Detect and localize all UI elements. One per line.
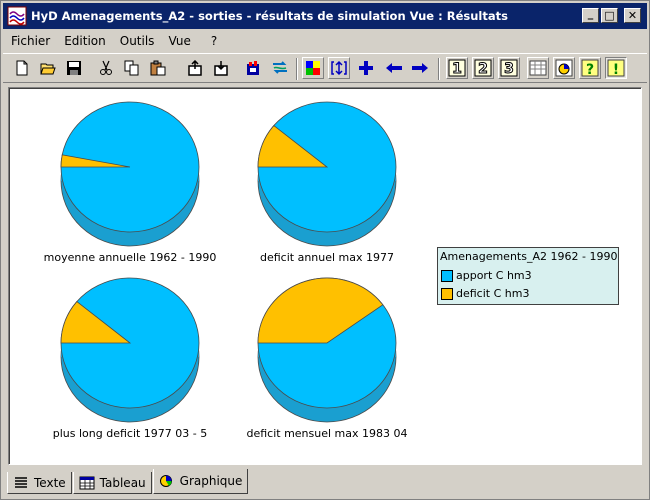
add-button[interactable] [355, 57, 377, 79]
table-view-button[interactable] [527, 57, 549, 79]
pie-label-1: deficit annuel max 1977 [259, 251, 395, 264]
pie-label-2: plus long deficit 1977 03 - 5 [52, 427, 208, 440]
menu-fichier[interactable]: Fichier [5, 34, 56, 48]
previous-button[interactable] [383, 57, 405, 79]
chart-icon [159, 475, 172, 487]
view-2-label: 2 [478, 61, 488, 77]
open-icon [40, 63, 56, 75]
tab-label: Tableau [99, 475, 146, 490]
tab-tableau[interactable]: Tableau [72, 472, 152, 494]
view-2-icon: 2 [474, 59, 492, 77]
save-icon [67, 61, 81, 75]
arrow-right-icon [412, 63, 428, 73]
paste-icon [150, 60, 166, 76]
toolbar-separator [296, 58, 298, 80]
window-title: HyD Amenagements_A2 - sorties - résultat… [31, 9, 508, 23]
pie-2 [60, 277, 200, 423]
tab-texte[interactable]: Texte [7, 472, 72, 494]
save-button[interactable] [63, 57, 85, 79]
view-3-icon: 3 [500, 59, 518, 77]
title-bar[interactable]: HyD Amenagements_A2 - sorties - résultat… [3, 3, 647, 29]
new-icon [16, 60, 28, 76]
new-button[interactable] [11, 57, 33, 79]
color-grid-button[interactable] [302, 57, 324, 79]
chart-icon [555, 59, 573, 77]
add-icon [359, 61, 373, 75]
menu-edition[interactable]: Edition [58, 34, 112, 48]
compute-icon [247, 61, 259, 75]
menu-vue[interactable]: Vue [162, 34, 196, 48]
view-1-label: 1 [452, 61, 462, 77]
open-button[interactable] [37, 57, 59, 79]
svg-text:!: ! [613, 62, 619, 77]
legend-swatch [441, 287, 453, 300]
zoom-fit-button[interactable] [328, 57, 350, 79]
app-logo-icon [7, 6, 27, 26]
color-grid-icon [306, 61, 320, 75]
toolbar-separator [438, 58, 440, 80]
text-icon [15, 476, 27, 488]
compute-button[interactable] [243, 57, 265, 79]
copy-button[interactable] [121, 57, 143, 79]
app-window: HyD Amenagements_A2 - sorties - résultat… [0, 0, 650, 500]
legend-title: Amenagements_A2 1962 - 1990 [440, 250, 618, 263]
minimize-button[interactable]: _ [582, 8, 599, 23]
legend-label: apport C hm3 [456, 269, 532, 282]
swap-icon [273, 61, 287, 74]
legend-item-apport: apport C hm3 [441, 269, 532, 282]
legend-item-deficit: deficit C hm3 [441, 287, 529, 300]
view-3-label: 3 [504, 61, 514, 77]
pie-3 [257, 277, 397, 423]
chart-area: moyenne annuelle 1962 - 1990 deficit ann… [8, 87, 642, 465]
menu-help[interactable]: ? [205, 34, 223, 48]
help-icon: ? [581, 59, 599, 77]
maximize-icon: □ [604, 9, 615, 22]
chart-view-button[interactable] [553, 57, 575, 79]
pie-1 [257, 101, 397, 247]
toolbar: 1 2 3 ? ! [3, 53, 647, 83]
close-button[interactable]: ✕ [624, 8, 641, 23]
pie-label-3: deficit mensuel max 1983 04 [246, 427, 408, 440]
view-3-button[interactable]: 3 [498, 57, 520, 79]
menu-outils[interactable]: Outils [114, 34, 161, 48]
minimize-icon: _ [587, 7, 594, 20]
view-2-button[interactable]: 2 [472, 57, 494, 79]
legend-label: deficit C hm3 [456, 287, 530, 300]
cut-button[interactable] [95, 57, 117, 79]
table-icon [529, 60, 547, 76]
paste-button[interactable] [147, 57, 169, 79]
import-icon [214, 61, 228, 76]
zoom-fit-icon [331, 60, 347, 76]
view-1-button[interactable]: 1 [446, 57, 468, 79]
table-icon [79, 476, 95, 489]
info-icon: ! [607, 59, 625, 77]
export-icon [188, 60, 202, 76]
tab-label: Graphique [179, 474, 243, 488]
maximize-button[interactable]: □ [601, 8, 618, 23]
pie-0 [60, 101, 200, 247]
chart-legend: Amenagements_A2 1962 - 1990 apport C hm3… [437, 247, 619, 305]
tab-graphique[interactable]: Graphique [152, 469, 249, 494]
close-icon: ✕ [627, 9, 638, 22]
info-button[interactable]: ! [605, 57, 627, 79]
view-1-icon: 1 [448, 59, 466, 77]
import-button[interactable] [210, 57, 232, 79]
arrow-left-icon [386, 63, 402, 73]
view-tabs: Texte Tableau Graphique [7, 468, 249, 494]
export-button[interactable] [184, 57, 206, 79]
svg-text:?: ? [586, 62, 594, 77]
menu-bar: Fichier Edition Outils Vue ? [3, 31, 647, 51]
pie-label-0: moyenne annuelle 1962 - 1990 [43, 251, 217, 264]
swap-button[interactable] [269, 57, 291, 79]
copy-icon [124, 60, 139, 76]
next-button[interactable] [409, 57, 431, 79]
tab-label: Texte [34, 475, 66, 490]
legend-swatch [441, 269, 453, 282]
cut-icon [100, 60, 112, 75]
help-button[interactable]: ? [579, 57, 601, 79]
